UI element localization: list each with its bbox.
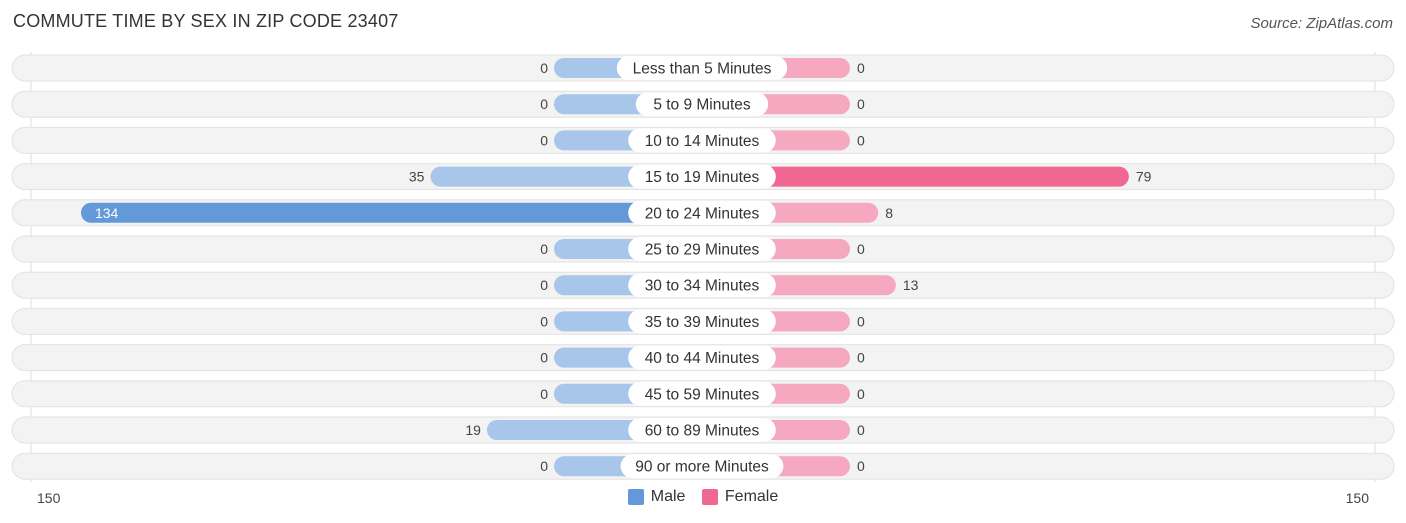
value-label-male: 0	[540, 277, 548, 293]
value-label-female: 0	[857, 313, 865, 329]
category-label: 20 to 24 Minutes	[645, 205, 760, 222]
value-label-female: 0	[857, 60, 865, 76]
value-label-male: 0	[540, 132, 548, 148]
legend: Male Female	[0, 488, 1406, 510]
value-label-female: 0	[857, 96, 865, 112]
legend-swatch-female	[701, 489, 718, 505]
category-label: 25 to 29 Minutes	[645, 242, 760, 259]
chart-area: Less than 5 Minutes 0 0 5 to 9 Minutes 0 0 10 …	[11, 52, 1395, 482]
category-label: 10 to 14 Minutes	[645, 133, 760, 150]
value-label-female: 0	[857, 458, 865, 474]
value-label-male: 0	[540, 458, 548, 474]
value-label-female: 0	[857, 422, 865, 438]
value-label-female: 0	[857, 350, 865, 366]
category-label: 60 to 89 Minutes	[645, 423, 760, 440]
legend-label-male: Male	[650, 488, 686, 505]
category-label: 40 to 44 Minutes	[645, 350, 760, 367]
legend-swatch-male	[627, 489, 644, 505]
value-label-male: 19	[465, 422, 481, 438]
legend-item-female[interactable]: Female	[701, 488, 779, 506]
category-label: 30 to 34 Minutes	[645, 278, 760, 295]
value-label-female: 13	[903, 277, 919, 293]
value-label-female: 8	[885, 205, 893, 221]
value-label-female: 0	[857, 132, 865, 148]
category-label: Less than 5 Minutes	[633, 61, 772, 78]
category-label: 5 to 9 Minutes	[653, 97, 751, 114]
value-label-female: 0	[857, 241, 865, 257]
legend-label-female: Female	[724, 488, 779, 505]
category-label: 90 or more Minutes	[635, 459, 769, 476]
value-label-male: 0	[540, 96, 548, 112]
value-label-male: 0	[540, 313, 548, 329]
category-label: 15 to 19 Minutes	[645, 169, 760, 186]
value-label-male: 0	[540, 386, 548, 402]
value-label-female: 0	[857, 386, 865, 402]
value-label-male: 0	[540, 60, 548, 76]
value-label-male: 134	[95, 205, 119, 221]
legend-item-male[interactable]: Male	[627, 488, 686, 506]
bar-male	[80, 202, 703, 223]
category-label: 45 to 59 Minutes	[645, 386, 760, 403]
value-label-male: 0	[540, 350, 548, 366]
value-label-female: 79	[1136, 169, 1152, 185]
value-label-male: 35	[409, 169, 425, 185]
value-label-male: 0	[540, 241, 548, 257]
category-label: 35 to 39 Minutes	[645, 314, 760, 331]
